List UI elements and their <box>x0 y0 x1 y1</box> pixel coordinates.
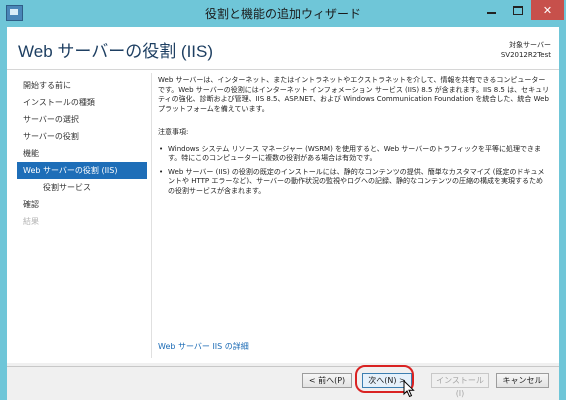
nav-item-web-server-role[interactable]: Web サーバーの役割 (IIS) <box>17 162 147 179</box>
nav-item-before-you-begin[interactable]: 開始する前に <box>17 77 147 94</box>
wizard-step-nav: 開始する前に インストールの種類 サーバーの選択 サーバーの役割 機能 Web … <box>17 77 147 230</box>
mouse-pointer-icon <box>403 380 415 398</box>
iis-details-link[interactable]: Web サーバー IIS の詳細 <box>158 341 249 352</box>
wizard-body: 開始する前に インストールの種類 サーバーの選択 サーバーの役割 機能 Web … <box>7 70 559 363</box>
note-item: Web サーバー (IIS) の役割の既定のインストールには、静的なコンテンツの… <box>158 168 550 197</box>
nav-item-features[interactable]: 機能 <box>17 145 147 162</box>
target-server-label: 対象サーバー SV2012R2Test <box>501 40 551 60</box>
role-description: Web サーバーは、インターネット、またはイントラネットやエクストラネットを介し… <box>158 76 550 113</box>
install-button: インストール(I) <box>431 373 489 398</box>
previous-button[interactable]: < 前へ(P) <box>302 373 352 388</box>
title-bar[interactable]: 役割と機能の追加ウィザード ✕ <box>0 0 566 27</box>
nav-divider <box>151 73 152 358</box>
nav-item-server-selection[interactable]: サーバーの選択 <box>17 111 147 128</box>
notes-heading: 注意事項: <box>158 128 189 136</box>
target-server-name: SV2012R2Test <box>500 51 551 59</box>
content-panel: Web サーバーは、インターネット、またはイントラネットやエクストラネットを介し… <box>158 76 550 200</box>
minimize-button[interactable] <box>479 0 504 20</box>
target-server-caption: 対象サーバー <box>509 41 551 49</box>
nav-item-role-services[interactable]: 役割サービス <box>17 179 147 196</box>
nav-item-confirmation[interactable]: 確認 <box>17 196 147 213</box>
nav-item-installation-type[interactable]: インストールの種類 <box>17 94 147 111</box>
close-button[interactable]: ✕ <box>531 0 564 20</box>
wizard-window: 役割と機能の追加ウィザード ✕ Web サーバーの役割 (IIS) 対象サーバー… <box>0 0 566 400</box>
cancel-button[interactable]: キャンセル <box>496 373 549 388</box>
nav-item-server-roles[interactable]: サーバーの役割 <box>17 128 147 145</box>
note-item: Windows システム リソース マネージャー (WSRM) を使用すると、W… <box>158 145 550 164</box>
close-icon: ✕ <box>542 3 553 17</box>
notes-list: Windows システム リソース マネージャー (WSRM) を使用すると、W… <box>158 145 550 197</box>
window-frame-left <box>0 27 7 400</box>
nav-item-results: 結果 <box>23 217 39 226</box>
minimize-icon <box>487 12 496 14</box>
maximize-icon <box>512 5 523 15</box>
page-title: Web サーバーの役割 (IIS) <box>18 42 214 61</box>
window-frame-right <box>559 27 566 400</box>
maximize-button[interactable] <box>505 0 530 20</box>
footer-divider <box>7 366 559 367</box>
page-header: Web サーバーの役割 (IIS) 対象サーバー SV2012R2Test <box>7 27 559 69</box>
